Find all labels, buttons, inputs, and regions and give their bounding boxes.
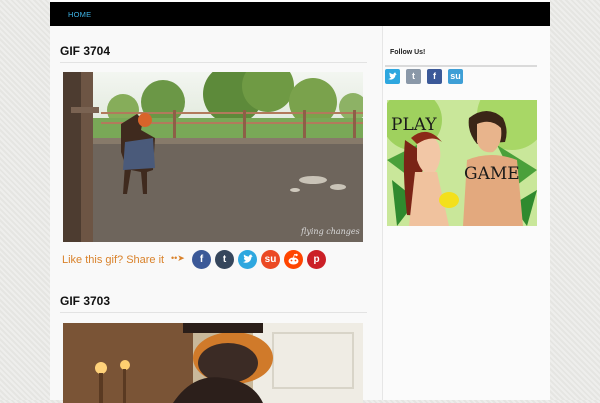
post-gif-image[interactable] [63, 323, 363, 403]
top-navbar: HOME [50, 2, 550, 26]
post-title[interactable]: GIF 3704 [60, 44, 110, 58]
horse-arena-gif: flying changes [63, 72, 363, 242]
facebook-icon[interactable]: f [192, 250, 211, 269]
post-divider [60, 312, 367, 313]
main-content: GIF 3704 flying changes Like this gif? S… [50, 26, 382, 403]
tumblr-icon[interactable]: t [406, 69, 421, 84]
gif-watermark: flying changes [300, 227, 360, 236]
play-game-ad[interactable]: PLAY GAME [387, 100, 537, 226]
ad-text-game: GAME [464, 164, 520, 184]
twitter-icon[interactable] [238, 250, 257, 269]
post-divider [60, 62, 367, 63]
sidebar-divider [385, 65, 537, 67]
post-title[interactable]: GIF 3703 [60, 294, 110, 308]
post-gif-image[interactable]: flying changes [63, 72, 363, 242]
reddit-icon[interactable] [284, 250, 303, 269]
arrow-icon: ••➤ [171, 253, 185, 263]
stumbleupon-icon[interactable]: su [448, 69, 463, 84]
page-container: HOME GIF 3704 flying changes Like this g… [50, 0, 550, 403]
stumbleupon-icon[interactable]: su [261, 250, 280, 269]
facebook-icon[interactable]: f [427, 69, 442, 84]
tumblr-icon[interactable]: t [215, 250, 234, 269]
share-row: Like this gif? Share it ••➤ f t su p [62, 250, 372, 272]
follow-us-heading: Follow Us! [390, 49, 426, 56]
room-scene-gif [63, 323, 363, 403]
ad-illustration: PLAY GAME [387, 100, 537, 226]
pinterest-icon[interactable]: p [307, 250, 326, 269]
ad-text-play: PLAY [391, 115, 437, 135]
share-prompt: Like this gif? Share it [62, 254, 165, 266]
sidebar: Follow Us! t f su PLAY GAME [383, 26, 550, 400]
nav-home-link[interactable]: HOME [68, 10, 91, 19]
twitter-icon[interactable] [385, 69, 400, 84]
